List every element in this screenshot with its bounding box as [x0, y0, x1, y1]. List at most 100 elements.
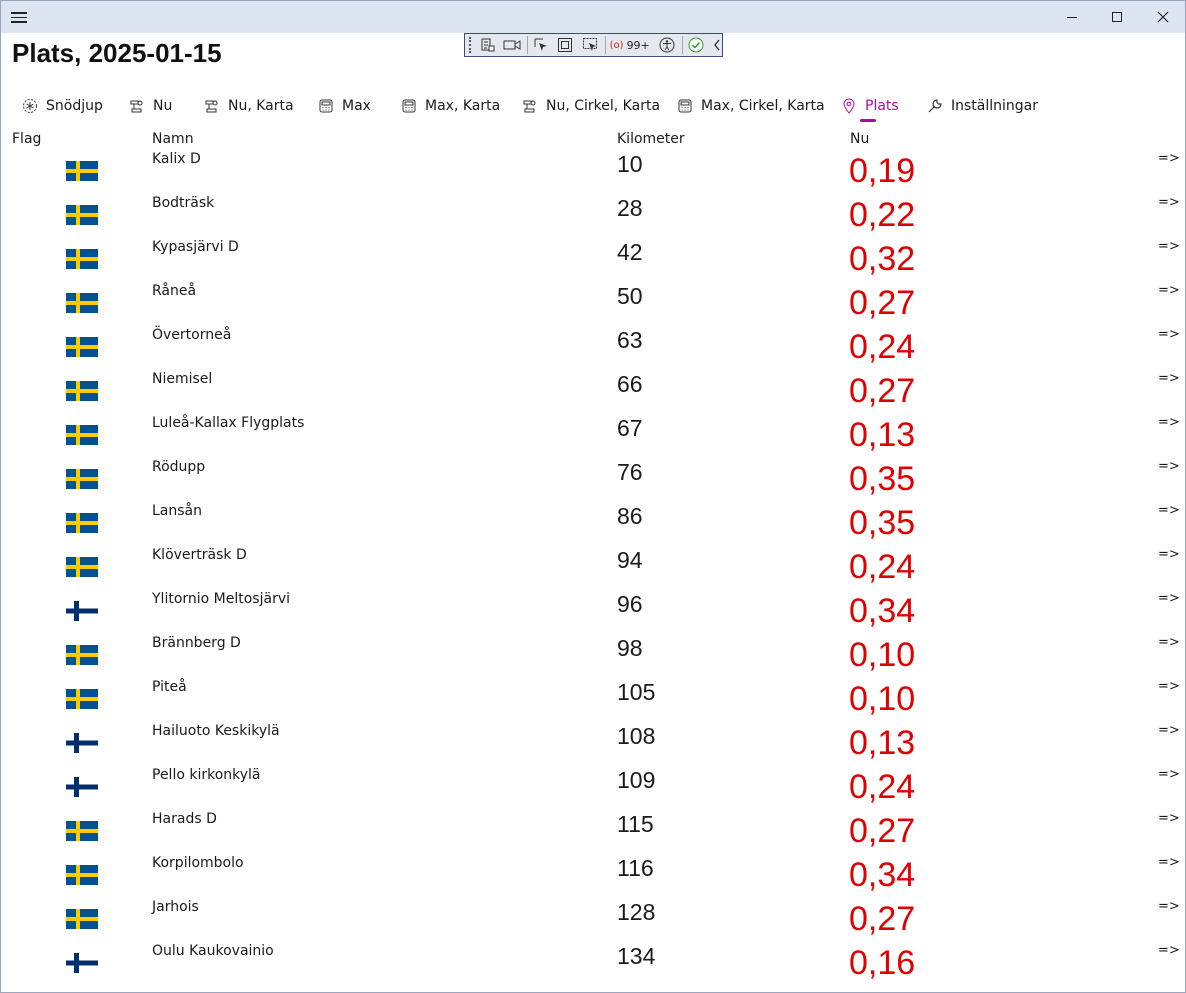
tab-plats[interactable]: Plats [841, 93, 899, 119]
open-detail-link[interactable]: => [1158, 415, 1180, 430]
station-name: Lansån [152, 503, 202, 519]
station-name: Övertorneå [152, 327, 232, 343]
current-value: 0,35 [849, 504, 916, 542]
table-row[interactable]: Niemisel 66 0,27 => [1, 369, 1185, 413]
open-detail-link[interactable]: => [1158, 679, 1180, 694]
current-value: 0,22 [849, 196, 916, 234]
tab-snodjup[interactable]: Snödjup [22, 93, 103, 119]
tab-max-karta[interactable]: Max, Karta [401, 93, 500, 119]
page-title: Plats, 2025-01-15 [12, 38, 222, 68]
distance-km: 98 [617, 635, 643, 661]
table-row[interactable]: Brännberg D 98 0,10 => [1, 633, 1185, 677]
current-value: 0,27 [849, 812, 916, 850]
distance-km: 63 [617, 327, 643, 353]
distance-km: 128 [617, 899, 656, 925]
open-detail-link[interactable]: => [1158, 283, 1180, 298]
tab-nu-cirkel-karta[interactable]: Nu, Cirkel, Karta [522, 93, 660, 119]
current-value: 0,27 [849, 284, 916, 322]
sweden-flag-icon [66, 909, 98, 929]
table-row[interactable]: Rödupp 76 0,35 => [1, 457, 1185, 501]
table-row[interactable]: Pello kirkonkylä 109 0,24 => [1, 765, 1185, 809]
station-name: Niemisel [152, 371, 213, 387]
open-detail-link[interactable]: => [1158, 899, 1180, 914]
map-pin-icon [522, 98, 538, 114]
table-row[interactable]: Piteå 105 0,10 => [1, 677, 1185, 721]
tab-installningar[interactable]: Inställningar [927, 93, 1038, 119]
open-detail-link[interactable]: => [1158, 723, 1180, 738]
table-row[interactable]: Kalix D 10 0,19 => [1, 149, 1185, 193]
select-element-icon[interactable] [532, 36, 550, 54]
open-detail-link[interactable]: => [1158, 239, 1180, 254]
minimize-button[interactable] [1049, 1, 1095, 33]
sweden-flag-icon [66, 381, 98, 401]
current-value: 0,13 [849, 416, 916, 454]
active-tab-indicator [860, 119, 876, 122]
table-row[interactable]: Bodträsk 28 0,22 => [1, 193, 1185, 237]
open-detail-link[interactable]: => [1158, 591, 1180, 606]
table-row[interactable]: Råneå 50 0,27 => [1, 281, 1185, 325]
table-row[interactable]: Kypasjärvi D 42 0,32 => [1, 237, 1185, 281]
table-row[interactable]: Ylitornio Meltosjärvi 96 0,34 => [1, 589, 1185, 633]
table-row[interactable]: Lansån 86 0,35 => [1, 501, 1185, 545]
sweden-flag-icon [66, 469, 98, 489]
station-name: Pello kirkonkylä [152, 767, 261, 783]
table-row[interactable]: Luleå-Kallax Flygplats 67 0,13 => [1, 413, 1185, 457]
checkmark-icon[interactable] [687, 36, 705, 54]
open-detail-link[interactable]: => [1158, 371, 1180, 386]
header-nu: Nu [850, 131, 870, 147]
header-name: Namn [152, 131, 194, 147]
table-row[interactable]: Oulu Kaukovainio 134 0,16 => [1, 941, 1185, 985]
sweden-flag-icon [66, 645, 98, 665]
station-name: Bodträsk [152, 195, 215, 211]
open-detail-link[interactable]: => [1158, 459, 1180, 474]
tab-nu-karta[interactable]: Nu, Karta [204, 93, 294, 119]
close-button[interactable] [1140, 1, 1185, 33]
table-row[interactable]: Övertorneå 63 0,24 => [1, 325, 1185, 369]
open-detail-link[interactable]: => [1158, 811, 1180, 826]
open-detail-link[interactable]: => [1158, 855, 1180, 870]
table-row[interactable]: Harads D 115 0,27 => [1, 809, 1185, 853]
distance-km: 67 [617, 415, 643, 441]
open-detail-link[interactable]: => [1158, 767, 1180, 782]
map-pin-icon [204, 98, 220, 114]
open-detail-link[interactable]: => [1158, 503, 1180, 518]
sweden-flag-icon [66, 865, 98, 885]
grip-handle[interactable] [469, 37, 473, 53]
station-name: Piteå [152, 679, 187, 695]
current-value: 0,16 [849, 944, 916, 982]
accessibility-icon[interactable] [658, 36, 676, 54]
table-row[interactable]: Klöverträsk D 94 0,24 => [1, 545, 1185, 589]
current-value: 0,34 [849, 592, 916, 630]
open-detail-link[interactable]: => [1158, 635, 1180, 650]
table-row[interactable]: Jarhois 128 0,27 => [1, 897, 1185, 941]
table-row[interactable]: Korpilombolo 116 0,34 => [1, 853, 1185, 897]
camera-icon[interactable] [503, 36, 521, 54]
open-detail-link[interactable]: => [1158, 943, 1180, 958]
open-detail-link[interactable]: => [1158, 327, 1180, 342]
calculator-icon [677, 98, 693, 114]
menu-icon[interactable] [11, 9, 33, 25]
binding-failures-counter[interactable]: (o) 99+ [610, 39, 650, 52]
track-focus-icon[interactable] [581, 36, 599, 54]
current-value: 0,19 [849, 152, 916, 190]
display-layout-icon[interactable] [556, 36, 574, 54]
distance-km: 50 [617, 283, 643, 309]
open-detail-link[interactable]: => [1158, 547, 1180, 562]
collapse-chevron-icon[interactable] [711, 36, 722, 54]
station-name: Ylitornio Meltosjärvi [152, 591, 291, 607]
tab-nu[interactable]: Nu [129, 93, 172, 119]
open-detail-link[interactable]: => [1158, 151, 1180, 166]
current-value: 0,13 [849, 724, 916, 762]
tab-max-cirkel-karta[interactable]: Max, Cirkel, Karta [677, 93, 825, 119]
station-name: Kypasjärvi D [152, 239, 239, 255]
maximize-button[interactable] [1094, 1, 1140, 33]
tab-max[interactable]: Max [318, 93, 371, 119]
table-row[interactable]: Hailuoto Keskikylä 108 0,13 => [1, 721, 1185, 765]
open-detail-link[interactable]: => [1158, 195, 1180, 210]
finland-flag-icon [66, 733, 98, 753]
distance-km: 115 [617, 811, 654, 837]
calculator-icon [401, 98, 417, 114]
wrench-icon [927, 98, 943, 114]
live-tree-icon[interactable] [479, 36, 497, 54]
distance-km: 96 [617, 591, 643, 617]
